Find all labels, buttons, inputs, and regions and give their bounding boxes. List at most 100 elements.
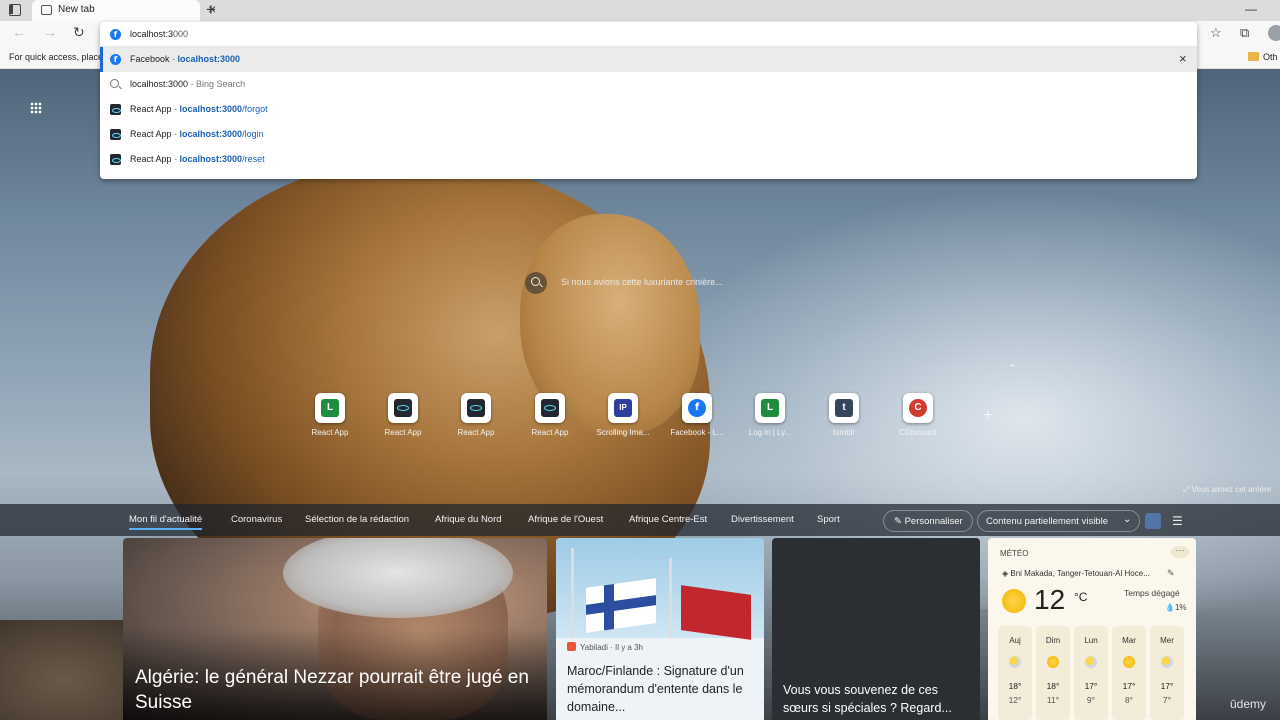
news-tab[interactable]: Afrique de l'Ouest [528, 514, 603, 525]
quick-link-tile[interactable]: f Facebook - L... [667, 393, 727, 443]
remove-suggestion-button[interactable]: × [1179, 51, 1187, 66]
forecast-day[interactable]: Mer 17° 7° [1150, 626, 1184, 720]
suggestion-text: localhost:3000 - Bing Search [130, 79, 245, 89]
suggestion-title: React App [130, 104, 172, 114]
suggestion-url: localhost:3000 [179, 104, 243, 114]
add-quicklink-button[interactable]: + [983, 407, 992, 425]
news-tab[interactable]: Afrique Centre-Est [629, 514, 707, 525]
forecast-day-name: Mar [1122, 636, 1136, 645]
address-bar-dropdown: f localhost:3000 f Facebook - localhost:3… [100, 22, 1197, 179]
quick-link-tile[interactable]: C CDiscount [888, 393, 948, 443]
suggestion-path: /login [242, 129, 264, 139]
quick-link-box: L [315, 393, 345, 423]
finland-flag-icon [586, 578, 656, 633]
quick-link-label: Log in | Ly... [748, 428, 792, 437]
sun-icon [1123, 656, 1135, 668]
image-credit[interactable]: ⤢ Vous aimez cet arrière [1183, 485, 1271, 495]
suggestion-path: Bing Search [196, 79, 246, 89]
suggestion-url: localhost:3000 [179, 129, 243, 139]
suggestion-path: /forgot [242, 104, 268, 114]
suggestion-text: React App - localhost:3000/forgot [130, 104, 268, 114]
suggestion-item[interactable]: React App - localhost:3000/forgot [100, 97, 1197, 122]
new-tab-button[interactable]: + [203, 0, 219, 20]
edit-location-icon[interactable]: ✎ [1167, 568, 1175, 579]
chevron-down-icon: ⌄ [1123, 514, 1132, 525]
forecast-high: 17° [1160, 681, 1174, 691]
tumblr-icon: t [835, 399, 853, 417]
forecast-day[interactable]: Auj 18° 12° [998, 626, 1032, 720]
forecast-day-name: Auj [1009, 636, 1021, 645]
news-tab[interactable]: Coronavirus [231, 514, 282, 525]
suggestion-text: React App - localhost:3000/reset [130, 154, 265, 164]
address-autocomplete-text: 000 [173, 29, 189, 39]
other-favorites-folder[interactable]: Oth [1248, 52, 1278, 62]
news-tab[interactable]: Divertissement [731, 514, 794, 525]
collections-icon[interactable]: ⧉ [1240, 25, 1249, 41]
forecast-day[interactable]: Lun 17° 9° [1074, 626, 1108, 720]
partly-cloudy-icon [1161, 656, 1173, 668]
content-visibility-label: Contenu partiellement visible [986, 516, 1108, 527]
personalize-button[interactable]: ✎ Personnaliser [883, 510, 973, 532]
reload-icon[interactable]: ↻ [73, 24, 85, 41]
suggestion-title: localhost:3000 [130, 79, 189, 89]
weather-card[interactable]: MÉTÉO ··· ◈ Bni Makada, Tanger-Tetouan-A… [988, 538, 1196, 720]
temperature-unit[interactable]: °C [1074, 590, 1087, 604]
news-tab[interactable]: Sport [817, 514, 840, 525]
quick-link-tile[interactable]: L React App [300, 393, 360, 443]
suggestion-item[interactable]: localhost:3000 - Bing Search [100, 72, 1197, 97]
favorites-hint: For quick access, place y [9, 52, 111, 62]
tab-strip: New tab × + — [0, 0, 1280, 21]
forecast-high: 18° [1046, 681, 1060, 691]
address-bar[interactable]: f localhost:3000 [100, 22, 1197, 47]
favorites-star-icon[interactable]: ☆ [1210, 25, 1222, 41]
quick-link-tile[interactable]: IP Scrolling Ima... [593, 393, 653, 443]
quick-link-box [535, 393, 565, 423]
suggestion-item[interactable]: React App - localhost:3000/login [100, 122, 1197, 147]
forecast-low: 8° [1124, 695, 1134, 705]
weather-condition: Temps dégagé [1124, 588, 1180, 598]
address-input-value[interactable]: localhost:3000 [130, 29, 188, 39]
suggestion-url: localhost:3000 [179, 154, 243, 164]
news-card-main[interactable]: Algérie: le général Nezzar pourrait être… [123, 538, 547, 720]
apps-launcher-icon[interactable] [30, 102, 42, 114]
weather-location[interactable]: ◈ Bni Makada, Tanger-Tetouan-Al Hoce... [1002, 569, 1150, 578]
news-tab[interactable]: Afrique du Nord [435, 514, 502, 525]
search-icon [110, 79, 119, 88]
content-visibility-select[interactable]: Contenu partiellement visible ⌄ [977, 510, 1140, 532]
news-tab[interactable]: Mon fil d'actualité [129, 514, 203, 530]
suggestion-text: Facebook - localhost:3000 [130, 54, 240, 64]
quick-link-box: L [755, 393, 785, 423]
grid-view-icon[interactable] [1145, 513, 1161, 529]
back-arrow-icon[interactable]: ← [12, 24, 26, 40]
minimize-button[interactable]: — [1245, 2, 1257, 16]
quick-link-tile[interactable]: React App [373, 393, 433, 443]
forward-arrow-icon[interactable]: → [43, 24, 57, 40]
news-card-maroc-finlande[interactable]: Yabiladi · Il y a 3h Maroc/Finlande : Si… [556, 538, 764, 720]
quick-link-tile[interactable]: React App [446, 393, 506, 443]
quick-link-box: f [682, 393, 712, 423]
suggestion-item[interactable]: React App - localhost:3000/reset [100, 147, 1197, 172]
forecast-high: 17° [1122, 681, 1136, 691]
yabiladi-icon [567, 642, 576, 651]
forecast-low: 11° [1046, 695, 1060, 705]
suggestion-title: React App [130, 154, 172, 164]
list-view-icon[interactable]: ☰ [1172, 514, 1183, 528]
more-options-icon[interactable]: ··· [1171, 546, 1189, 558]
quick-link-tile[interactable]: React App [520, 393, 580, 443]
sun-icon [1047, 656, 1059, 668]
tab-new-tab[interactable]: New tab × [32, 0, 216, 21]
news-card-soeurs[interactable]: Vous vous souvenez de ces sœurs si spéci… [772, 538, 980, 720]
window-menu-icon[interactable] [9, 4, 21, 16]
chevron-up-icon[interactable]: ⌃ [1008, 362, 1017, 375]
suggestion-item[interactable]: f Facebook - localhost:3000 × [100, 47, 1197, 72]
profile-avatar[interactable] [1268, 25, 1280, 41]
tab-title: New tab [58, 4, 95, 15]
sun-icon [1002, 589, 1026, 613]
news-tab[interactable]: Sélection de la rédaction [305, 514, 409, 525]
quick-link-tile[interactable]: L Log in | Ly... [740, 393, 800, 443]
quick-link-tile[interactable]: t tumblr [814, 393, 874, 443]
suggestion-path: /reset [242, 154, 265, 164]
forecast-day[interactable]: Mar 17° 8° [1112, 626, 1146, 720]
address-typed-text: localhost:3 [130, 29, 174, 39]
forecast-day[interactable]: Dim 18° 11° [1036, 626, 1070, 720]
